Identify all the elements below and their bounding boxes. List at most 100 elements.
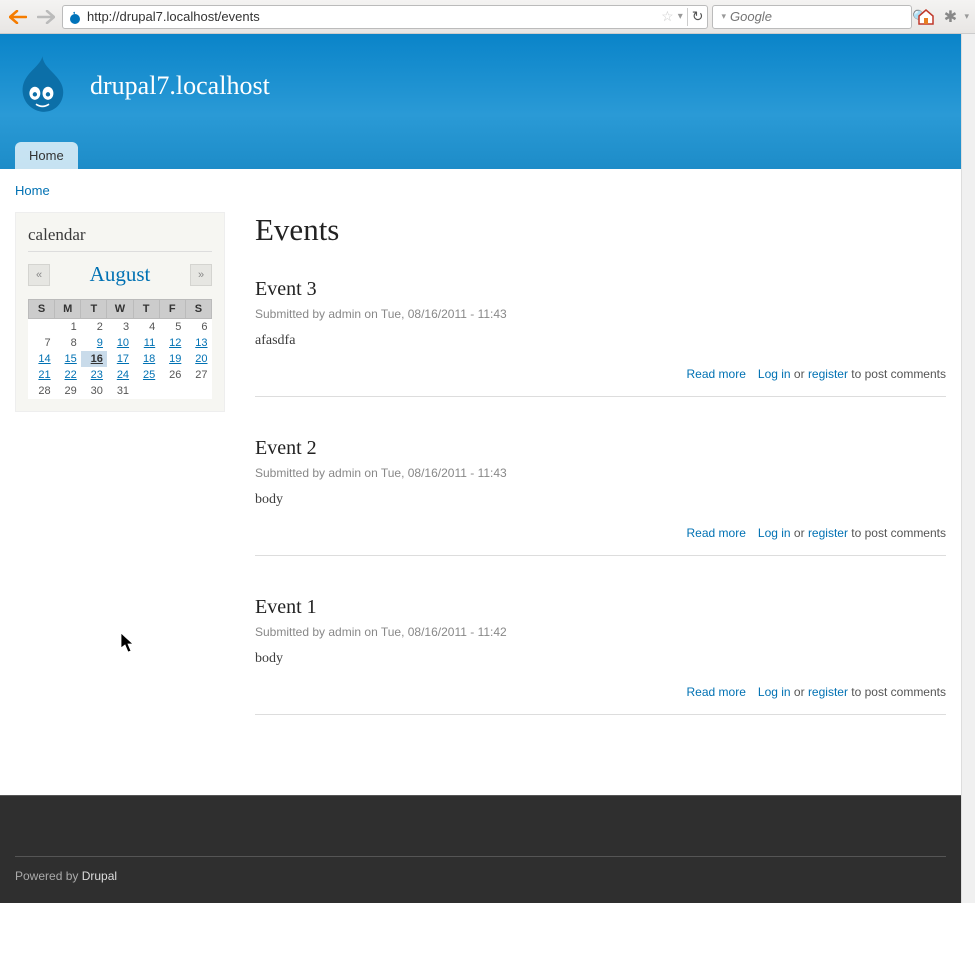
- calendar-day[interactable]: 9: [81, 335, 107, 351]
- node-submitted: Submitted by admin on Tue, 08/16/2011 - …: [255, 307, 946, 321]
- search-bar: ▾ 🔍: [712, 5, 912, 29]
- or-text: or: [791, 685, 808, 699]
- site-header: drupal7.localhost Home: [0, 34, 961, 169]
- page-title: Events: [255, 212, 946, 248]
- sidebar: calendar « August » SMTWTFS 123456789101…: [15, 212, 225, 412]
- main-content: Events Event 3 Submitted by admin on Tue,…: [255, 212, 946, 755]
- calendar-day: 3: [107, 319, 133, 336]
- calendar-day: [133, 383, 159, 399]
- dropdown-icon[interactable]: ▾: [678, 11, 683, 22]
- search-input[interactable]: [730, 9, 908, 24]
- reload-icon[interactable]: ↻: [692, 8, 704, 25]
- calendar-day-header: M: [55, 300, 81, 319]
- node-title[interactable]: Event 1: [255, 596, 946, 619]
- read-more-link[interactable]: Read more: [687, 367, 746, 381]
- calendar-day: 6: [185, 319, 211, 336]
- calendar-day: 7: [29, 335, 55, 351]
- register-link[interactable]: register: [808, 685, 848, 699]
- calendar-day[interactable]: 17: [107, 351, 133, 367]
- calendar-month[interactable]: August: [90, 262, 151, 287]
- node-links: Read more Log in or register to post comm…: [255, 367, 946, 381]
- calendar-block-title: calendar: [28, 225, 212, 252]
- calendar-day-header: T: [81, 300, 107, 319]
- tab-home[interactable]: Home: [15, 142, 78, 169]
- plugin-icon[interactable]: ✱: [940, 7, 960, 27]
- bookmark-star-icon[interactable]: ☆: [661, 8, 674, 25]
- browser-toolbar: ☆ ▾ ↻ ▾ 🔍 ✱ ▾: [0, 0, 975, 34]
- calendar-day[interactable]: 20: [185, 351, 211, 367]
- calendar-day: 27: [185, 367, 211, 383]
- to-post-text: to post comments: [848, 367, 946, 381]
- back-button[interactable]: [6, 5, 30, 29]
- calendar-day: [159, 383, 185, 399]
- calendar-day: 28: [29, 383, 55, 399]
- drupal-link[interactable]: Drupal: [82, 869, 117, 883]
- calendar-day[interactable]: 19: [159, 351, 185, 367]
- url-input[interactable]: [87, 9, 657, 24]
- calendar-day[interactable]: 22: [55, 367, 81, 383]
- site-name[interactable]: drupal7.localhost: [90, 71, 270, 101]
- node: Event 2 Submitted by admin on Tue, 08/16/…: [255, 437, 946, 556]
- calendar-day-header: T: [133, 300, 159, 319]
- dropdown-icon[interactable]: ▾: [964, 11, 969, 22]
- calendar-day[interactable]: 12: [159, 335, 185, 351]
- scrollbar[interactable]: [961, 34, 975, 903]
- drupal-logo-icon[interactable]: [15, 54, 70, 117]
- calendar-day[interactable]: 11: [133, 335, 159, 351]
- to-post-text: to post comments: [848, 526, 946, 540]
- register-link[interactable]: register: [808, 367, 848, 381]
- calendar-day[interactable]: 21: [29, 367, 55, 383]
- calendar-day[interactable]: 23: [81, 367, 107, 383]
- node-submitted: Submitted by admin on Tue, 08/16/2011 - …: [255, 466, 946, 480]
- node-title[interactable]: Event 2: [255, 437, 946, 460]
- calendar-prev-button[interactable]: «: [28, 264, 50, 286]
- node-body: afasdfa: [255, 333, 946, 349]
- node-submitted: Submitted by admin on Tue, 08/16/2011 - …: [255, 625, 946, 639]
- calendar-day: 30: [81, 383, 107, 399]
- calendar-day: 5: [159, 319, 185, 336]
- login-link[interactable]: Log in: [758, 367, 791, 381]
- read-more-link[interactable]: Read more: [687, 685, 746, 699]
- forward-button[interactable]: [34, 5, 58, 29]
- dropdown-icon[interactable]: ▾: [721, 11, 726, 22]
- calendar-day[interactable]: 10: [107, 335, 133, 351]
- calendar-day-header: W: [107, 300, 133, 319]
- calendar-day: 4: [133, 319, 159, 336]
- node-title[interactable]: Event 3: [255, 278, 946, 301]
- calendar-day-header: F: [159, 300, 185, 319]
- calendar-day[interactable]: 18: [133, 351, 159, 367]
- read-more-link[interactable]: Read more: [687, 526, 746, 540]
- calendar-day-header: S: [29, 300, 55, 319]
- node-body: body: [255, 492, 946, 508]
- node-links: Read more Log in or register to post comm…: [255, 685, 946, 699]
- calendar-day: 1: [55, 319, 81, 336]
- breadcrumb-home[interactable]: Home: [15, 183, 50, 198]
- calendar-day[interactable]: 14: [29, 351, 55, 367]
- calendar-table: SMTWTFS 12345678910111213141516171819202…: [28, 299, 212, 399]
- calendar-day[interactable]: 15: [55, 351, 81, 367]
- login-link[interactable]: Log in: [758, 685, 791, 699]
- calendar-day[interactable]: 13: [185, 335, 211, 351]
- calendar-day: [29, 319, 55, 336]
- calendar-day: 31: [107, 383, 133, 399]
- or-text: or: [791, 367, 808, 381]
- or-text: or: [791, 526, 808, 540]
- node-links: Read more Log in or register to post comm…: [255, 526, 946, 540]
- powered-by-text: Powered by: [15, 869, 82, 883]
- divider: [687, 8, 688, 26]
- node-body: body: [255, 651, 946, 667]
- footer: Powered by Drupal: [0, 795, 961, 903]
- url-bar: ☆ ▾ ↻: [62, 5, 708, 29]
- node: Event 1 Submitted by admin on Tue, 08/16/…: [255, 596, 946, 715]
- to-post-text: to post comments: [848, 685, 946, 699]
- home-icon[interactable]: [916, 7, 936, 27]
- calendar-day: [185, 383, 211, 399]
- node: Event 3 Submitted by admin on Tue, 08/16/…: [255, 278, 946, 397]
- register-link[interactable]: register: [808, 526, 848, 540]
- calendar-day: 8: [55, 335, 81, 351]
- calendar-day[interactable]: 24: [107, 367, 133, 383]
- calendar-next-button[interactable]: »: [190, 264, 212, 286]
- calendar-day[interactable]: 16: [81, 351, 107, 367]
- login-link[interactable]: Log in: [758, 526, 791, 540]
- calendar-day[interactable]: 25: [133, 367, 159, 383]
